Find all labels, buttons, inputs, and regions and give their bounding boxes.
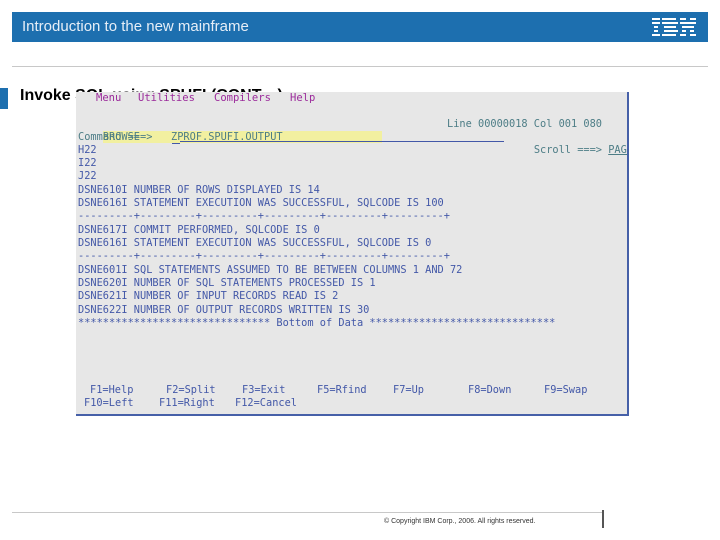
fkey-f8[interactable]: F8=Down bbox=[468, 384, 511, 396]
command-cursor bbox=[172, 143, 180, 144]
output-line: H22 bbox=[78, 144, 97, 156]
menu-item-compilers[interactable]: Compilers bbox=[214, 92, 271, 104]
scroll-value[interactable]: PAGE bbox=[608, 144, 627, 156]
footer-tick bbox=[602, 510, 604, 528]
output-line: DSNE601I SQL STATEMENTS ASSUMED TO BE BE… bbox=[78, 264, 463, 276]
output-line: DSNE617I COMMIT PERFORMED, SQLCODE IS 0 bbox=[78, 224, 320, 236]
output-separator: ---------+---------+---------+---------+… bbox=[78, 210, 450, 222]
fkey-f10[interactable]: F10=Left bbox=[84, 397, 134, 409]
output-line: J22 bbox=[78, 170, 97, 182]
line-col-info: Line 00000018 Col 001 080 bbox=[447, 118, 602, 130]
fkey-f1[interactable]: F1=Help bbox=[90, 384, 133, 396]
fkey-f12[interactable]: F12=Cancel bbox=[235, 397, 297, 409]
menu-item-menu[interactable]: Menu bbox=[96, 92, 122, 104]
command-label: Command ===> bbox=[78, 131, 153, 143]
fkey-f3[interactable]: F3=Exit bbox=[242, 384, 285, 396]
presentation-title: Introduction to the new mainframe bbox=[22, 18, 249, 35]
bottom-of-data-line: ******************************* Bottom o… bbox=[78, 317, 556, 329]
command-input[interactable] bbox=[180, 141, 504, 142]
scroll-label: Scroll ===> bbox=[533, 144, 603, 156]
scroll-row: Scroll ===> PAGE bbox=[509, 131, 627, 156]
menu-item-utilities[interactable]: Utilities bbox=[138, 92, 195, 104]
fkey-f7[interactable]: F7=Up bbox=[393, 384, 424, 396]
ibm-logo-icon bbox=[652, 18, 696, 36]
fkey-f9[interactable]: F9=Swap bbox=[544, 384, 587, 396]
title-divider bbox=[12, 66, 708, 67]
ispf-terminal-window[interactable]: Menu Utilities Compilers Help BROWSE ZPR… bbox=[76, 92, 629, 416]
title-bullet bbox=[0, 88, 8, 109]
menu-bar: Menu Utilities Compilers Help bbox=[76, 92, 627, 107]
fkey-f11[interactable]: F11=Right bbox=[159, 397, 215, 409]
output-line: DSNE622I NUMBER OF OUTPUT RECORDS WRITTE… bbox=[78, 304, 370, 316]
menu-item-help[interactable]: Help bbox=[290, 92, 316, 104]
output-line: DSNE620I NUMBER OF SQL STATEMENTS PROCES… bbox=[78, 277, 376, 289]
footer-divider bbox=[12, 512, 602, 513]
output-line: DSNE610I NUMBER OF ROWS DISPLAYED IS 14 bbox=[78, 184, 320, 196]
output-line: I22 bbox=[78, 157, 97, 169]
header-bar: Introduction to the new mainframe bbox=[12, 12, 708, 42]
output-line: DSNE616I STATEMENT EXECUTION WAS SUCCESS… bbox=[78, 197, 444, 209]
output-line: DSNE621I NUMBER OF INPUT RECORDS READ IS… bbox=[78, 290, 339, 302]
output-separator: ---------+---------+---------+---------+… bbox=[78, 250, 450, 262]
copyright-notice: © Copyright IBM Corp., 2006. All rights … bbox=[384, 518, 536, 525]
browse-header-row: BROWSE ZPROF.SPUFI.OUTPUT bbox=[78, 118, 382, 143]
fkey-f2[interactable]: F2=Split bbox=[166, 384, 216, 396]
output-line: DSNE616I STATEMENT EXECUTION WAS SUCCESS… bbox=[78, 237, 432, 249]
fkey-f5[interactable]: F5=Rfind bbox=[317, 384, 367, 396]
